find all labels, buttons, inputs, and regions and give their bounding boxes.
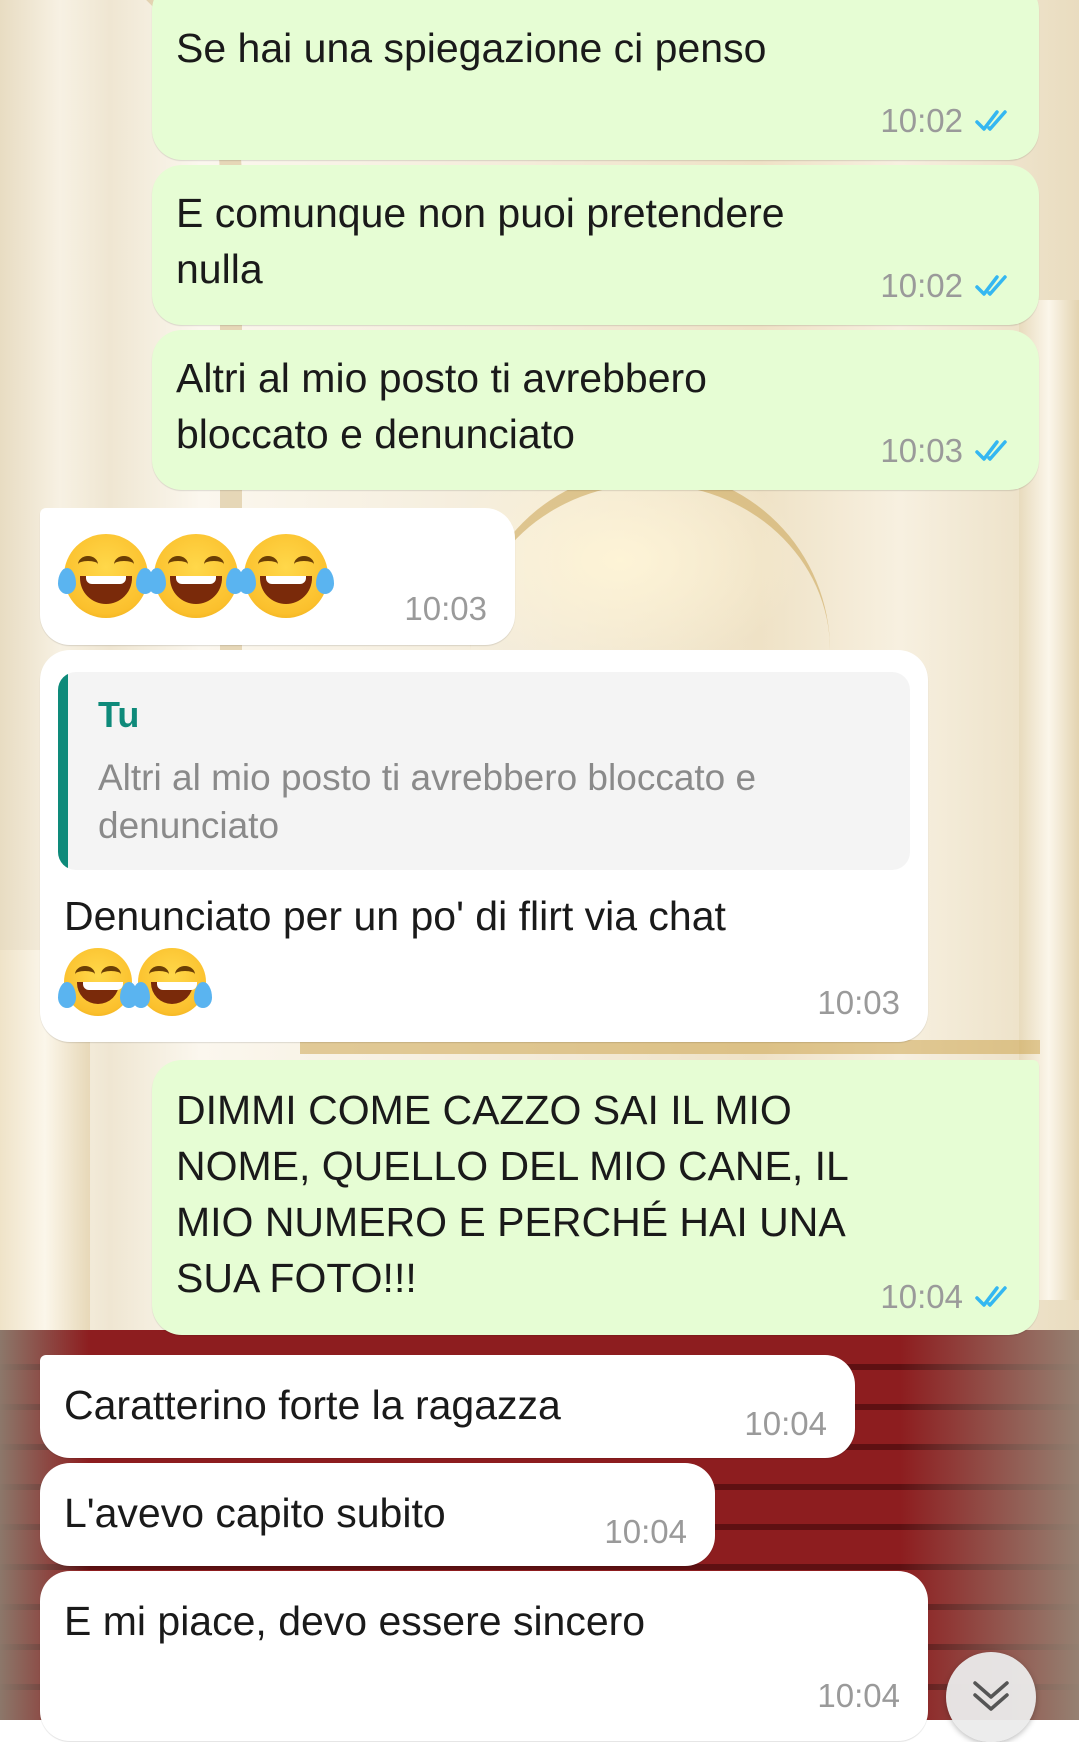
face-with-tears-of-joy-icon: [58, 948, 138, 1016]
message-text-line: E comunque non puoi pretendere: [176, 190, 785, 236]
incoming-reply-message[interactable]: Tu Altri al mio posto ti avrebbero blocc…: [40, 650, 928, 1042]
outgoing-message[interactable]: Se hai una spiegazione ci penso 10:02: [152, 0, 1039, 160]
message-text-line: MIO NUMERO E PERCHÉ HAI UNA: [176, 1199, 846, 1245]
message-meta: 10:03: [880, 432, 1015, 470]
face-with-tears-of-joy-icon: [238, 534, 334, 618]
message-text-line: DIMMI COME CAZZO SAI IL MIO: [176, 1087, 792, 1133]
message-meta: 10:03: [404, 590, 487, 628]
double-check-read-icon: [975, 1286, 1007, 1307]
message-text: Se hai una spiegazione ci penso: [176, 25, 767, 71]
incoming-message[interactable]: L'avevo capito subito 10:04: [40, 1463, 715, 1566]
message-time: 10:03: [880, 432, 963, 469]
face-with-tears-of-joy-icon: [132, 948, 212, 1016]
message-meta: 10:03: [817, 984, 900, 1022]
quoted-message[interactable]: Tu Altri al mio posto ti avrebbero blocc…: [58, 672, 910, 870]
message-text: L'avevo capito subito: [64, 1490, 446, 1536]
emoji-row: [58, 534, 334, 618]
outgoing-message[interactable]: E comunque non puoi pretendere nulla 10:…: [152, 165, 1039, 325]
message-text-line: nulla: [176, 246, 263, 292]
message-text-line: Altri al mio posto ti avrebbero: [176, 355, 707, 401]
emoji-row: [58, 948, 212, 1016]
message-meta: 10:04: [880, 1278, 1015, 1316]
message-time: 10:04: [744, 1405, 827, 1442]
quote-author: Tu: [98, 694, 140, 735]
quote-text-line: denunciato: [98, 805, 280, 846]
message-time: 10:02: [880, 267, 963, 304]
incoming-message[interactable]: E mi piace, devo essere sincero 10:04: [40, 1571, 928, 1741]
quote-text-line: Altri al mio posto ti avrebbero bloccato…: [98, 757, 757, 798]
message-time: 10:04: [880, 1278, 963, 1315]
incoming-message[interactable]: Caratterino forte la ragazza 10:04: [40, 1355, 855, 1458]
message-text: E mi piace, devo essere sincero: [64, 1598, 646, 1644]
message-time: 10:04: [604, 1513, 687, 1550]
double-chevron-down-icon: [973, 1681, 1009, 1711]
scroll-to-bottom-button[interactable]: [946, 1652, 1036, 1742]
double-check-read-icon: [975, 110, 1007, 131]
message-time: 10:03: [817, 984, 900, 1021]
incoming-message[interactable]: 10:03: [40, 508, 515, 645]
message-meta: 10:02: [880, 102, 1015, 140]
message-time: 10:02: [880, 102, 963, 139]
message-meta: 10:04: [817, 1677, 900, 1715]
double-check-read-icon: [975, 275, 1007, 296]
double-check-read-icon: [975, 440, 1007, 461]
message-time: 10:03: [404, 590, 487, 627]
quote-accent-bar: [58, 672, 68, 870]
message-meta: 10:04: [744, 1405, 827, 1443]
message-meta: 10:04: [604, 1513, 687, 1551]
message-text: Denunciato per un po' di flirt via chat: [64, 893, 726, 939]
face-with-tears-of-joy-icon: [58, 534, 154, 618]
message-text-line: SUA FOTO!!!: [176, 1255, 417, 1301]
message-meta: 10:02: [880, 267, 1015, 305]
message-text-line: NOME, QUELLO DEL MIO CANE, IL: [176, 1143, 849, 1189]
message-text-line: bloccato e denunciato: [176, 411, 575, 457]
face-with-tears-of-joy-icon: [148, 534, 244, 618]
message-text: Caratterino forte la ragazza: [64, 1382, 561, 1428]
outgoing-message[interactable]: Altri al mio posto ti avrebbero bloccato…: [152, 330, 1039, 490]
outgoing-message[interactable]: DIMMI COME CAZZO SAI IL MIO NOME, QUELLO…: [152, 1060, 1039, 1335]
message-time: 10:04: [817, 1677, 900, 1714]
